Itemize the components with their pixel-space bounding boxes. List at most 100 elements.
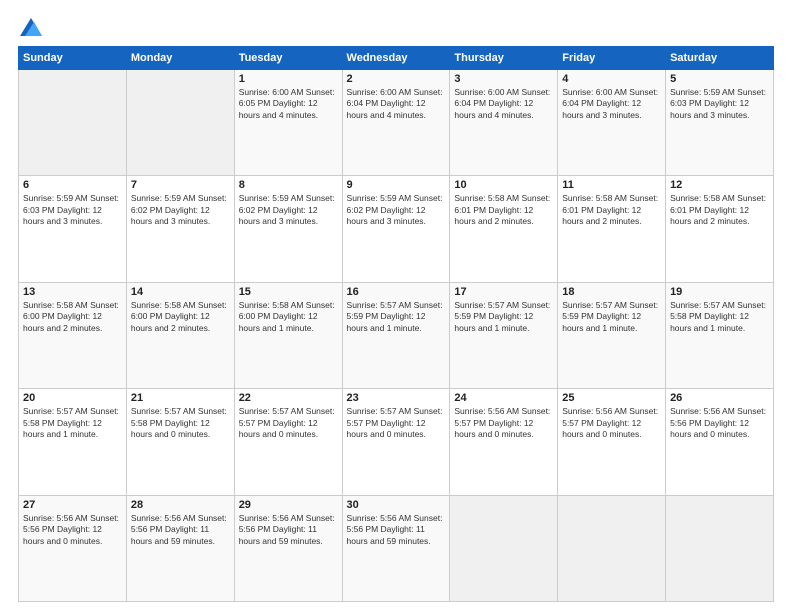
calendar-cell: 15 Sunrise: 5:58 AM Sunset: 6:00 PM Dayli… xyxy=(234,282,342,388)
day-number: 25 xyxy=(562,392,661,404)
day-number: 4 xyxy=(562,73,661,85)
day-info: Sunrise: 5:57 AM Sunset: 5:58 PM Dayligh… xyxy=(670,300,769,334)
day-number: 2 xyxy=(347,73,446,85)
day-info: Sunrise: 5:57 AM Sunset: 5:59 PM Dayligh… xyxy=(454,300,553,334)
page: SundayMondayTuesdayWednesdayThursdayFrid… xyxy=(0,0,792,612)
calendar-cell: 30 Sunrise: 5:56 AM Sunset: 5:56 PM Dayli… xyxy=(342,495,450,601)
day-info: Sunrise: 5:58 AM Sunset: 6:01 PM Dayligh… xyxy=(670,193,769,227)
calendar-week-row: 1 Sunrise: 6:00 AM Sunset: 6:05 PM Daylig… xyxy=(19,70,774,176)
day-number: 15 xyxy=(239,286,338,298)
calendar-cell: 21 Sunrise: 5:57 AM Sunset: 5:58 PM Dayli… xyxy=(126,389,234,495)
day-info: Sunrise: 5:58 AM Sunset: 6:00 PM Dayligh… xyxy=(239,300,338,334)
calendar-cell: 13Sunrise: 5:58 AM Sunset: 6:00 PM Dayli… xyxy=(19,282,127,388)
day-info: Sunrise: 5:59 AM Sunset: 6:02 PM Dayligh… xyxy=(239,193,338,227)
calendar-cell: 16 Sunrise: 5:57 AM Sunset: 5:59 PM Dayli… xyxy=(342,282,450,388)
calendar-cell: 2 Sunrise: 6:00 AM Sunset: 6:04 PM Daylig… xyxy=(342,70,450,176)
header xyxy=(18,18,774,36)
day-number: 21 xyxy=(131,392,230,404)
day-number: 14 xyxy=(131,286,230,298)
day-info: Sunrise: 5:57 AM Sunset: 5:58 PM Dayligh… xyxy=(23,406,122,440)
calendar-cell: 18 Sunrise: 5:57 AM Sunset: 5:59 PM Dayli… xyxy=(558,282,666,388)
logo xyxy=(18,18,42,36)
day-number: 18 xyxy=(562,286,661,298)
day-number: 26 xyxy=(670,392,769,404)
day-info: Sunrise: 5:59 AM Sunset: 6:02 PM Dayligh… xyxy=(131,193,230,227)
calendar-cell: 28 Sunrise: 5:56 AM Sunset: 5:56 PM Dayli… xyxy=(126,495,234,601)
calendar-cell: 24Sunrise: 5:56 AM Sunset: 5:57 PM Dayli… xyxy=(450,389,558,495)
day-number: 10 xyxy=(454,179,553,191)
day-number: 20 xyxy=(23,392,122,404)
day-number: 6 xyxy=(23,179,122,191)
day-info: Sunrise: 5:58 AM Sunset: 6:01 PM Dayligh… xyxy=(562,193,661,227)
calendar-cell xyxy=(450,495,558,601)
calendar-cell: 8 Sunrise: 5:59 AM Sunset: 6:02 PM Daylig… xyxy=(234,176,342,282)
day-number: 28 xyxy=(131,499,230,511)
calendar-cell: 1 Sunrise: 6:00 AM Sunset: 6:05 PM Daylig… xyxy=(234,70,342,176)
calendar-cell xyxy=(666,495,774,601)
day-number: 12 xyxy=(670,179,769,191)
day-number: 1 xyxy=(239,73,338,85)
calendar-cell: 10 Sunrise: 5:58 AM Sunset: 6:01 PM Dayli… xyxy=(450,176,558,282)
day-info: Sunrise: 5:56 AM Sunset: 5:57 PM Dayligh… xyxy=(562,406,661,440)
calendar-table: SundayMondayTuesdayWednesdayThursdayFrid… xyxy=(18,46,774,602)
calendar-week-row: 27 Sunrise: 5:56 AM Sunset: 5:56 PM Dayli… xyxy=(19,495,774,601)
day-info: Sunrise: 5:59 AM Sunset: 6:02 PM Dayligh… xyxy=(347,193,446,227)
day-number: 5 xyxy=(670,73,769,85)
logo-icon xyxy=(20,18,42,36)
day-number: 27 xyxy=(23,499,122,511)
calendar-cell xyxy=(19,70,127,176)
day-info: Sunrise: 5:57 AM Sunset: 5:57 PM Dayligh… xyxy=(239,406,338,440)
calendar-cell: 29 Sunrise: 5:56 AM Sunset: 5:56 PM Dayli… xyxy=(234,495,342,601)
day-number: 30 xyxy=(347,499,446,511)
day-info: Sunrise: 6:00 AM Sunset: 6:04 PM Dayligh… xyxy=(562,87,661,121)
calendar-cell xyxy=(558,495,666,601)
calendar-cell xyxy=(126,70,234,176)
day-number: 8 xyxy=(239,179,338,191)
day-info: Sunrise: 5:57 AM Sunset: 5:57 PM Dayligh… xyxy=(347,406,446,440)
day-info: Sunrise: 5:58 AM Sunset: 6:01 PM Dayligh… xyxy=(454,193,553,227)
day-number: 11 xyxy=(562,179,661,191)
day-info: Sunrise: 5:58 AM Sunset: 6:00 PM Dayligh… xyxy=(131,300,230,334)
day-info: Sunrise: 5:56 AM Sunset: 5:56 PM Dayligh… xyxy=(347,513,446,547)
day-number: 13 xyxy=(23,286,122,298)
calendar-header-friday: Friday xyxy=(558,47,666,70)
day-info: Sunrise: 5:57 AM Sunset: 5:58 PM Dayligh… xyxy=(131,406,230,440)
calendar-cell: 12 Sunrise: 5:58 AM Sunset: 6:01 PM Dayli… xyxy=(666,176,774,282)
day-info: Sunrise: 5:57 AM Sunset: 5:59 PM Dayligh… xyxy=(562,300,661,334)
day-number: 7 xyxy=(131,179,230,191)
day-number: 19 xyxy=(670,286,769,298)
calendar-cell: 6 Sunrise: 5:59 AM Sunset: 6:03 PM Daylig… xyxy=(19,176,127,282)
calendar-cell: 5 Sunrise: 5:59 AM Sunset: 6:03 PM Daylig… xyxy=(666,70,774,176)
day-number: 16 xyxy=(347,286,446,298)
calendar-week-row: 20 Sunrise: 5:57 AM Sunset: 5:58 PM Dayli… xyxy=(19,389,774,495)
day-number: 3 xyxy=(454,73,553,85)
day-info: Sunrise: 5:57 AM Sunset: 5:59 PM Dayligh… xyxy=(347,300,446,334)
calendar-header-wednesday: Wednesday xyxy=(342,47,450,70)
calendar-cell: 23Sunrise: 5:57 AM Sunset: 5:57 PM Dayli… xyxy=(342,389,450,495)
calendar-cell: 14 Sunrise: 5:58 AM Sunset: 6:00 PM Dayli… xyxy=(126,282,234,388)
day-info: Sunrise: 5:59 AM Sunset: 6:03 PM Dayligh… xyxy=(670,87,769,121)
calendar-cell: 9Sunrise: 5:59 AM Sunset: 6:02 PM Daylig… xyxy=(342,176,450,282)
day-info: Sunrise: 6:00 AM Sunset: 6:04 PM Dayligh… xyxy=(347,87,446,121)
day-info: Sunrise: 5:56 AM Sunset: 5:56 PM Dayligh… xyxy=(239,513,338,547)
day-number: 29 xyxy=(239,499,338,511)
calendar-header-thursday: Thursday xyxy=(450,47,558,70)
day-number: 24 xyxy=(454,392,553,404)
calendar-cell: 22Sunrise: 5:57 AM Sunset: 5:57 PM Dayli… xyxy=(234,389,342,495)
calendar-header-monday: Monday xyxy=(126,47,234,70)
calendar-header-saturday: Saturday xyxy=(666,47,774,70)
calendar-cell: 11 Sunrise: 5:58 AM Sunset: 6:01 PM Dayli… xyxy=(558,176,666,282)
calendar-cell: 20 Sunrise: 5:57 AM Sunset: 5:58 PM Dayli… xyxy=(19,389,127,495)
day-info: Sunrise: 5:59 AM Sunset: 6:03 PM Dayligh… xyxy=(23,193,122,227)
calendar-cell: 19 Sunrise: 5:57 AM Sunset: 5:58 PM Dayli… xyxy=(666,282,774,388)
day-info: Sunrise: 5:56 AM Sunset: 5:56 PM Dayligh… xyxy=(670,406,769,440)
calendar-cell: 25 Sunrise: 5:56 AM Sunset: 5:57 PM Dayli… xyxy=(558,389,666,495)
calendar-cell: 3Sunrise: 6:00 AM Sunset: 6:04 PM Daylig… xyxy=(450,70,558,176)
calendar-cell: 27Sunrise: 5:56 AM Sunset: 5:56 PM Dayli… xyxy=(19,495,127,601)
calendar-week-row: 13 Sunrise: 5:58 AM Sunset: 6:00 PM Dayli… xyxy=(19,282,774,388)
calendar-header-sunday: Sunday xyxy=(19,47,127,70)
day-info: Sunrise: 5:56 AM Sunset: 5:56 PM Dayligh… xyxy=(131,513,230,547)
day-info: Sunrise: 6:00 AM Sunset: 6:05 PM Dayligh… xyxy=(239,87,338,121)
calendar-cell: 26 Sunrise: 5:56 AM Sunset: 5:56 PM Dayli… xyxy=(666,389,774,495)
calendar-cell: 4 Sunrise: 6:00 AM Sunset: 6:04 PM Daylig… xyxy=(558,70,666,176)
